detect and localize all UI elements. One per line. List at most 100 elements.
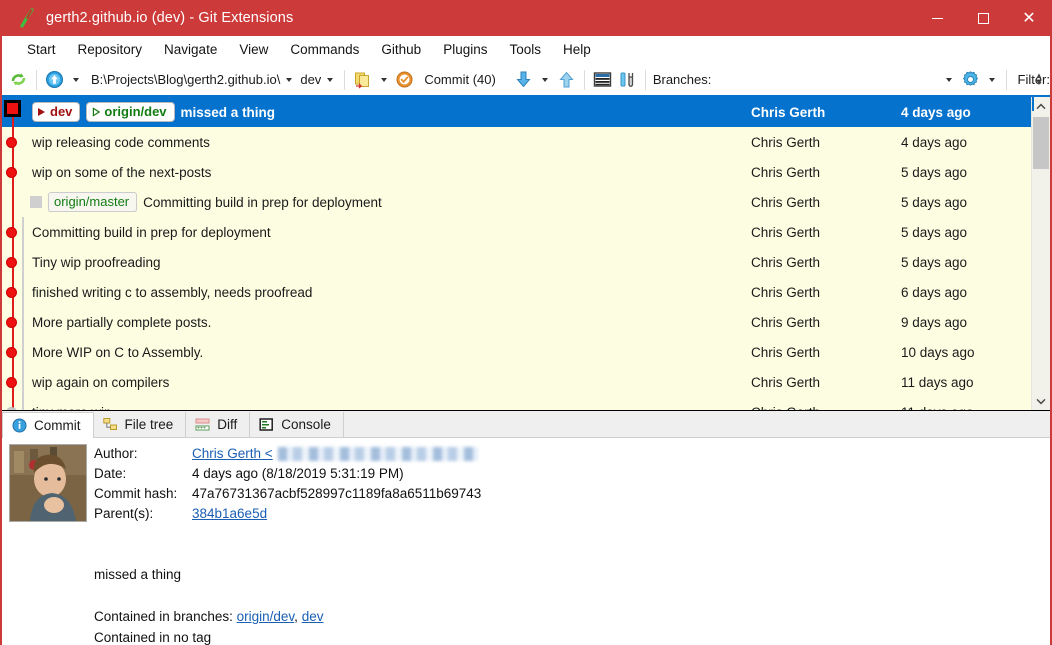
commit-message: Committing build in prep for deployment xyxy=(32,224,271,240)
commit-button[interactable]: Commit (40) xyxy=(393,65,499,94)
commit-author: Chris Gerth xyxy=(751,344,821,360)
commit-message: wip on some of the next-posts xyxy=(32,164,212,180)
scrollbar-thumb[interactable] xyxy=(1033,117,1049,169)
settings-dropdown-icon[interactable] xyxy=(988,77,995,82)
table-row[interactable]: origin/master Committing build in prep f… xyxy=(2,187,1031,217)
commit-author: Chris Gerth xyxy=(751,164,821,180)
commit-hash-label: Commit hash: xyxy=(94,486,178,501)
commit-author: Chris Gerth xyxy=(751,374,821,390)
scroll-down-icon[interactable] xyxy=(1032,392,1050,410)
refresh-icon[interactable] xyxy=(6,65,31,94)
console-icon xyxy=(258,416,275,433)
settings-tools-icon[interactable] xyxy=(615,65,640,94)
commit-message-cell: dev origin/dev missed a thing xyxy=(24,102,751,122)
table-row[interactable]: More partially complete posts. Chris Ger… xyxy=(2,307,1031,337)
commit-message-cell: finished writing c to assembly, needs pr… xyxy=(24,285,751,300)
parent-link[interactable]: 384b1a6e5d xyxy=(192,504,267,524)
commit-date: 10 days ago xyxy=(901,344,975,360)
table-row[interactable]: wip on some of the next-posts Chris Gert… xyxy=(2,157,1031,187)
toolbar-separator-4 xyxy=(644,69,646,90)
menu-item-repository[interactable]: Repository xyxy=(67,39,154,60)
commit-author: Chris Gerth xyxy=(751,314,821,330)
tab-commit[interactable]: Commit xyxy=(2,412,94,438)
commit-message-cell: wip again on compilers xyxy=(24,375,751,390)
repository-path-dropdown-icon[interactable] xyxy=(286,77,293,82)
menu-item-navigate[interactable]: Navigate xyxy=(153,39,228,60)
current-branch[interactable]: dev xyxy=(300,72,321,87)
stash-dropdown-icon[interactable] xyxy=(381,77,388,82)
view-layout-icon[interactable] xyxy=(590,65,615,94)
open-repository-icon[interactable] xyxy=(42,65,67,94)
open-repository-dropdown-icon[interactable] xyxy=(73,77,79,82)
table-row[interactable]: Committing build in prep for deployment … xyxy=(2,217,1031,247)
tab-file-tree[interactable]: File tree xyxy=(93,412,187,437)
spinner-updown-icon[interactable]: ▲ ▼ xyxy=(1032,68,1046,90)
menu-item-commands[interactable]: Commands xyxy=(279,39,370,60)
author-link[interactable]: Chris Gerth < xyxy=(192,446,273,461)
stash-changes-icon[interactable] xyxy=(350,65,375,94)
contained-branch-link-dev[interactable]: dev xyxy=(302,609,324,624)
commit-graph-cell xyxy=(2,157,24,187)
commit-message: finished writing c to assembly, needs pr… xyxy=(32,284,313,300)
menu-item-github[interactable]: Github xyxy=(370,39,432,60)
table-row[interactable]: More WIP on C to Assembly. Chris Gerth 1… xyxy=(2,337,1031,367)
main-toolbar: B:\Projects\Blog\gerth2.github.io\ dev C… xyxy=(2,64,1050,97)
revision-rows: dev origin/dev missed a thing Chris Gert… xyxy=(2,97,1031,410)
vertical-scrollbar[interactable] xyxy=(1031,97,1050,410)
window-title: gerth2.github.io (dev) - Git Extensions xyxy=(46,10,294,26)
menu-item-view[interactable]: View xyxy=(228,39,279,60)
author-value: Chris Gerth < xyxy=(192,444,479,464)
file-tree-icon xyxy=(102,416,119,433)
branch-label-origin-dev[interactable]: origin/dev xyxy=(86,102,175,122)
menu-item-tools[interactable]: Tools xyxy=(498,39,552,60)
commit-graph-cell xyxy=(2,187,24,217)
tab-console[interactable]: Console xyxy=(250,412,344,437)
table-row[interactable]: wip releasing code comments Chris Gerth … xyxy=(2,127,1031,157)
graph-head-node-icon xyxy=(4,100,21,117)
table-row[interactable]: tiny more wip Chris Gerth 11 days ago xyxy=(2,397,1031,410)
commit-author: Chris Gerth xyxy=(751,194,821,210)
close-icon[interactable]: ✕ xyxy=(1006,0,1052,36)
table-row[interactable]: dev origin/dev missed a thing Chris Gert… xyxy=(2,97,1031,127)
table-row[interactable]: Tiny wip proofreading Chris Gerth 5 days… xyxy=(2,247,1031,277)
contained-branch-link-origin-dev[interactable]: origin/dev xyxy=(237,609,295,624)
repository-path[interactable]: B:\Projects\Blog\gerth2.github.io\ xyxy=(91,72,280,87)
branch-label-dev[interactable]: dev xyxy=(32,102,81,122)
push-up-arrow-icon[interactable] xyxy=(554,65,579,94)
pull-dropdown-icon[interactable] xyxy=(541,77,548,82)
menu-item-start[interactable]: Start xyxy=(16,39,67,60)
menu-item-plugins[interactable]: Plugins xyxy=(432,39,498,60)
branch-label-origin-master[interactable]: origin/master xyxy=(48,192,138,212)
commit-hash-value[interactable]: 47a76731367acbf528997c1189fa8a6511b69743 xyxy=(192,484,481,504)
info-circle-icon xyxy=(11,417,28,434)
graph-commit-node-icon xyxy=(6,227,17,238)
commit-graph-cell xyxy=(2,277,24,307)
table-row[interactable]: wip again on compilers Chris Gerth 11 da… xyxy=(2,367,1031,397)
menu-item-help[interactable]: Help xyxy=(552,39,602,60)
parents-row: Parent(s): 384b1a6e5d xyxy=(94,504,1050,524)
branch-dropdown-icon[interactable] xyxy=(327,77,334,82)
commit-date: 5 days ago xyxy=(901,224,968,240)
table-row[interactable]: finished writing c to assembly, needs pr… xyxy=(2,277,1031,307)
tab-diff[interactable]: +++ Diff xyxy=(186,412,251,437)
graph-commit-node-icon xyxy=(6,377,17,388)
maximize-icon[interactable] xyxy=(960,0,1006,36)
commit-author: Chris Gerth xyxy=(751,254,821,270)
tab-label: File tree xyxy=(124,417,174,432)
commit-message: wip again on compilers xyxy=(32,374,170,390)
pull-down-arrow-icon[interactable] xyxy=(511,65,536,94)
graph-commit-node-icon xyxy=(6,347,17,358)
commit-date: 9 days ago xyxy=(901,314,968,330)
title-bar: gerth2.github.io (dev) - Git Extensions … xyxy=(0,0,1052,36)
commit-author: Chris Gerth xyxy=(751,134,821,150)
contained-in-tag: Contained in no tag xyxy=(94,630,212,645)
window-controls: ✕ xyxy=(914,0,1052,36)
scroll-up-icon[interactable] xyxy=(1032,97,1050,115)
gear-icon[interactable] xyxy=(958,65,983,94)
contained-in-branches-label: Contained in branches: xyxy=(94,609,233,624)
branches-dropdown-icon[interactable] xyxy=(945,77,952,82)
minimize-icon[interactable] xyxy=(914,0,960,36)
branch-separator: , xyxy=(294,609,298,624)
commit-author: Chris Gerth xyxy=(751,104,826,120)
